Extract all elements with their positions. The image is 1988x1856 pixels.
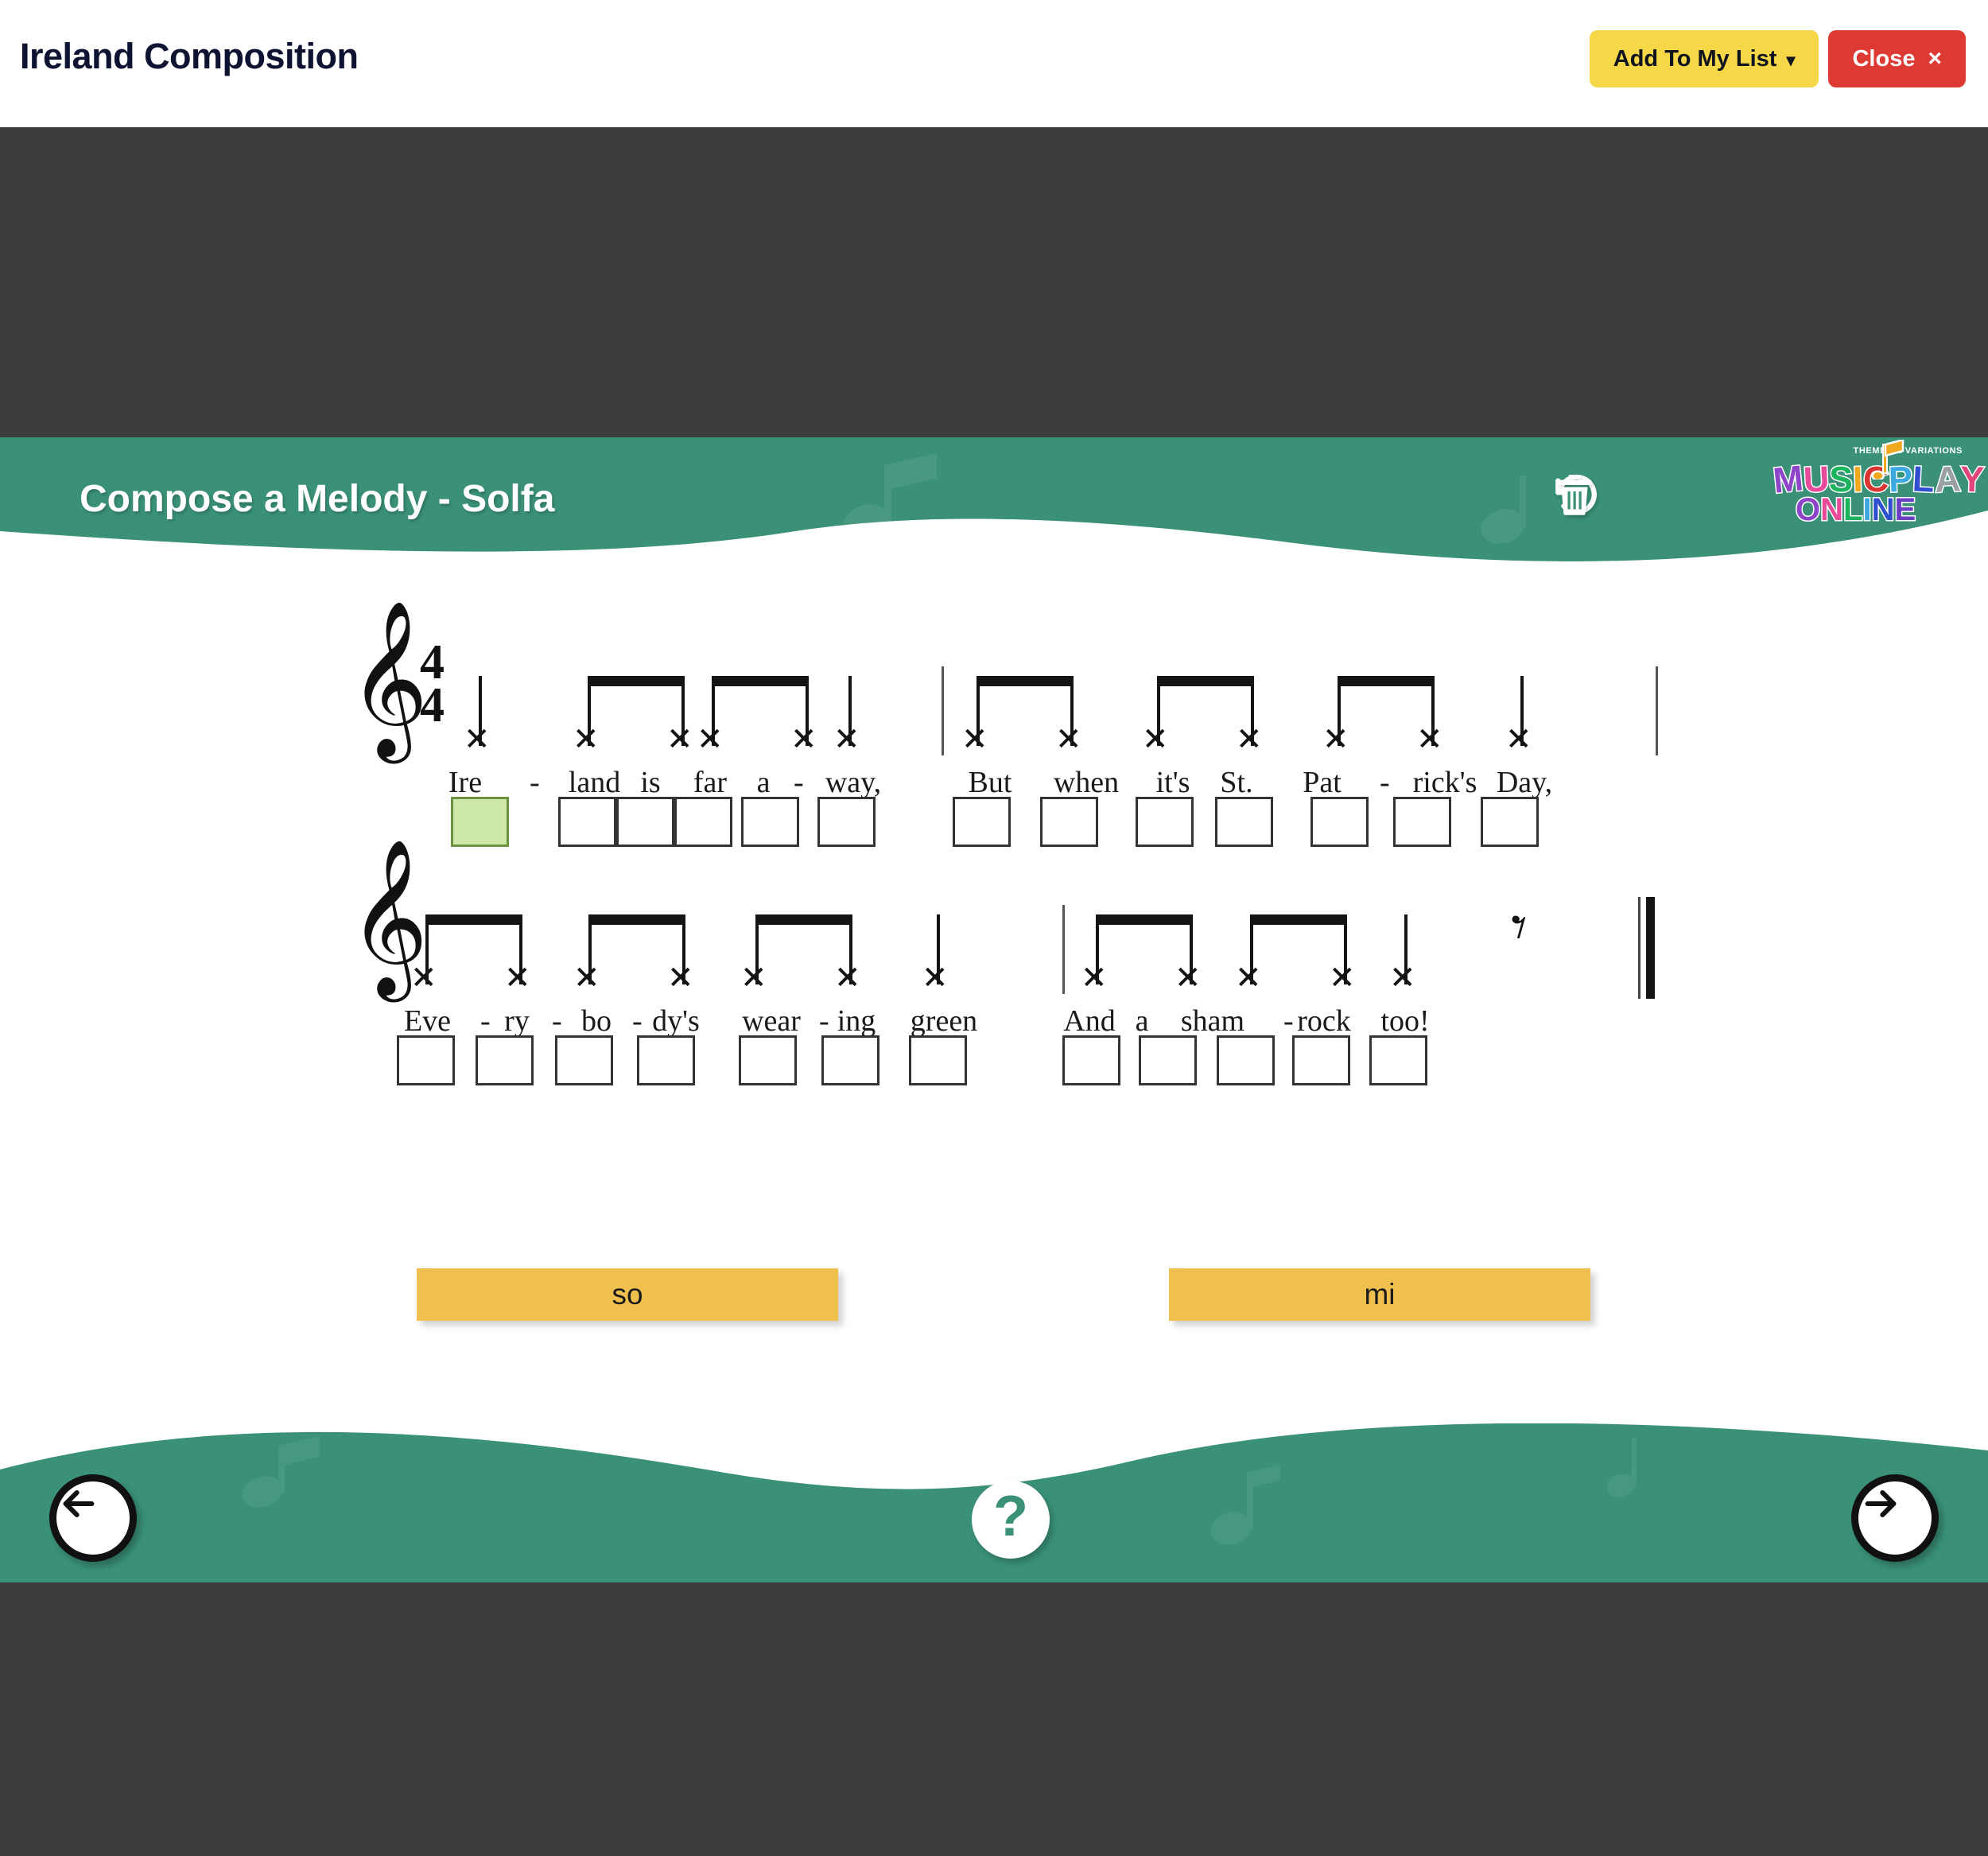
lyric-9: it's [1155,766,1190,799]
activity-header: Compose a Melody - Solfa THEMES & VARIAT… [0,437,1988,565]
time-signature-denominator: 4 [420,678,445,732]
system-2: 𝄞 ✕ ✕ ✕ ✕ ✕ ✕ ✕ ✕ ✕ ✕ ✕ ✕ 𝄾 Eve - ry - b… [0,803,1988,1085]
arrow-right-icon [1865,1489,1897,1518]
note-slot-2-10[interactable] [1217,1035,1275,1085]
system-1: 𝄞 4 4 ✕ ✕ ✕ ✕ ✕ ✕ ✕ ✕ ✕ ✕ ✕ ✕ ✕ Ire - la… [0,565,1988,847]
quarter-rest-icon: 𝄾 [1511,892,1528,964]
logo-word-online: ONLINE [1794,491,1916,529]
note-slot-2-4[interactable] [637,1035,695,1085]
final-barline-thick [1646,897,1655,999]
barline-2 [1656,666,1658,755]
arrow-left-icon [63,1489,95,1518]
lyric-13: Day, [1496,766,1553,799]
lyric-2-12: too! [1380,1004,1430,1038]
next-page-button[interactable] [1851,1474,1939,1562]
musicplay-online-logo: THEMES & VARIATIONS MUSICPLAY ONLINE [1770,440,1986,529]
solfa-button-mi-label: mi [1364,1278,1396,1310]
lyric-2-7: green [910,1004,978,1038]
solfa-button-so-label: so [612,1278,643,1310]
lyric-2-5: wear [742,1004,801,1038]
lyric-hyphen-1: - [530,766,540,799]
footer-nav-bar: ? [0,1423,1988,1582]
lyric-8: when [1053,766,1120,799]
activity-tools [1551,469,1734,525]
note-slot-2-12[interactable] [1369,1035,1427,1085]
chevron-down-icon: ▾ [1786,50,1796,70]
app-root: Ireland Composition Add To My List ▾ Clo… [0,0,1988,1856]
treble-clef-icon: 𝄞 [348,600,429,757]
barline-2-1 [1062,905,1065,994]
previous-page-button[interactable] [49,1474,137,1562]
lyric-6: way, [825,766,882,799]
note-slot-2-9[interactable] [1139,1035,1197,1085]
page-title: Ireland Composition [20,36,359,76]
add-to-my-list-label: Add To My List [1613,45,1777,72]
add-to-my-list-button[interactable]: Add To My List ▾ [1589,30,1819,87]
lyric-11: Pat [1303,766,1342,799]
backdrop-bottom [0,1581,1988,1856]
lyric-5: a [756,766,771,799]
note-slot-2-11[interactable] [1292,1035,1350,1085]
note-slot-2-8[interactable] [1062,1035,1120,1085]
backdrop-top [0,127,1988,437]
window-actions: Add To My List ▾ Close × [1589,30,1966,87]
notation-area: 𝄞 4 4 ✕ ✕ ✕ ✕ ✕ ✕ ✕ ✕ ✕ ✕ ✕ ✕ ✕ Ire - la… [0,565,1988,1264]
note-slot-2-7[interactable] [909,1035,967,1085]
solfa-palette: so mi [0,1268,1988,1340]
lyric-3: is [640,766,661,799]
activity-title: Compose a Melody - Solfa [80,478,555,520]
lyric-10: St. [1220,766,1253,799]
barline-1 [942,666,944,755]
solfa-button-mi[interactable]: mi [1169,1268,1590,1321]
lyric-2-4: dy's [652,1004,700,1038]
final-barline-thin [1638,897,1640,999]
trash-icon[interactable] [1557,469,1734,525]
note-slot-2-1[interactable] [397,1035,455,1085]
note-slot-2-5[interactable] [739,1035,797,1085]
note-slot-2-3[interactable] [555,1035,613,1085]
close-button[interactable]: Close × [1828,30,1966,87]
close-label: Close [1852,45,1916,72]
lyric-4: far [693,766,728,799]
help-glyph: ? [993,1485,1028,1548]
help-button[interactable]: ? [972,1481,1050,1559]
solfa-button-so[interactable]: so [417,1268,838,1321]
logo-music-note-icon [1871,440,1905,480]
window-top-bar: Ireland Composition Add To My List ▾ Clo… [0,0,1988,127]
note-slot-2-6[interactable] [821,1035,879,1085]
lyric-1: Ire [448,766,483,799]
close-icon: × [1928,45,1942,72]
lyric-hyphen-5: - [794,766,804,799]
note-slot-2-2[interactable] [476,1035,534,1085]
lyric-2-1: Eve [403,1004,452,1038]
lyric-7: But [968,766,1012,799]
